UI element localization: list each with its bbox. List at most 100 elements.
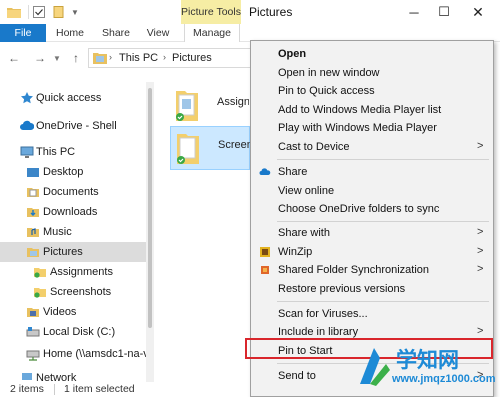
submenu-arrow-icon: >	[477, 263, 484, 275]
star-icon	[21, 92, 33, 104]
sidebar-item-label: Pictures	[43, 246, 83, 258]
watermark-title: 学知网	[396, 349, 459, 372]
folder-tile-assignments[interactable]: Assign	[170, 84, 250, 128]
menu-item-label: Open in new window	[278, 67, 380, 79]
sidebar-item-label: Desktop	[43, 166, 84, 178]
sidebar-item-label: Videos	[43, 306, 77, 318]
toolbar-separator	[28, 5, 29, 19]
sidebar-item-screenshots[interactable]: Screenshots	[0, 282, 146, 302]
new-folder-icon[interactable]	[52, 4, 66, 20]
submenu-arrow-icon: >	[477, 226, 484, 238]
sidebar-item-desktop[interactable]: Desktop	[0, 162, 146, 182]
menu-item-label: Open	[278, 48, 307, 60]
breadcrumb-separator-icon[interactable]: ›	[163, 52, 166, 62]
tab-share[interactable]: Share	[96, 24, 136, 42]
sidebar-item-label: Screenshots	[50, 286, 112, 298]
folder-icon	[34, 268, 46, 278]
sidebar-item-home-network-drive[interactable]: Home (\\amsdc1-na-v	[0, 344, 149, 364]
sidebar-item-label: Local Disk (C:)	[43, 326, 116, 338]
menu-item-add-wmp-list[interactable]: Add to Windows Media Player list	[251, 101, 493, 119]
scrollbar-thumb[interactable]	[148, 88, 152, 328]
contextual-tab-group-label: Picture Tools	[181, 6, 241, 18]
menu-item-label: Restore previous versions	[278, 283, 406, 295]
menu-item-label: Pin to Quick access	[278, 85, 375, 97]
submenu-arrow-icon: >	[477, 245, 484, 257]
menu-item-pin-quick-access[interactable]: Pin to Quick access	[251, 82, 493, 100]
folder-icon[interactable]	[6, 4, 22, 20]
sidebar-item-label: Home (\\amsdc1-na-v	[43, 348, 149, 360]
close-button[interactable]: ✕	[462, 0, 494, 24]
menu-item-choose-onedrive-folders[interactable]: Choose OneDrive folders to sync	[251, 200, 493, 218]
folder-icon	[27, 188, 39, 197]
sidebar-item-this-pc[interactable]: This PC	[0, 142, 146, 162]
menu-item-winzip[interactable]: WinZip >	[251, 243, 493, 261]
menu-item-share-with[interactable]: Share with >	[251, 224, 493, 242]
menu-item-label: WinZip	[278, 246, 313, 258]
menu-item-view-online[interactable]: View online	[251, 182, 493, 200]
network-drive-icon	[26, 350, 40, 361]
menu-item-label: Cast to Device	[278, 141, 350, 153]
breadcrumb-pictures[interactable]: Pictures	[172, 52, 212, 64]
sidebar-item-label: Assignments	[50, 266, 113, 278]
menu-item-restore-previous-versions[interactable]: Restore previous versions	[251, 280, 493, 298]
status-separator	[54, 384, 55, 395]
menu-separator	[277, 301, 489, 302]
folder-tile-screenshots[interactable]: Screen	[170, 126, 250, 170]
sidebar-item-videos[interactable]: Videos	[0, 302, 146, 322]
menu-item-scan-viruses[interactable]: Scan for Viruses...	[251, 305, 493, 323]
sidebar-item-downloads[interactable]: Downloads	[0, 202, 146, 222]
folder-icon	[27, 208, 39, 217]
tab-file[interactable]: File	[0, 24, 46, 42]
menu-item-label: Include in library	[278, 326, 359, 338]
submenu-arrow-icon: >	[477, 325, 484, 337]
sidebar-item-quick-access[interactable]: Quick access	[0, 88, 146, 108]
breadcrumb-separator-icon[interactable]: ›	[109, 52, 112, 62]
tab-manage[interactable]: Manage	[184, 24, 240, 42]
folder-icon	[34, 288, 46, 298]
sidebar-item-documents[interactable]: Documents	[0, 182, 146, 202]
customize-toolbar-chevron-icon[interactable]: ▼	[70, 4, 80, 20]
folder-icon	[27, 168, 39, 177]
sidebar-item-label: Music	[43, 226, 72, 238]
menu-item-label: Scan for Viruses...	[278, 308, 368, 320]
menu-item-open[interactable]: Open	[251, 45, 493, 63]
menu-item-label: Share with	[278, 227, 330, 239]
recent-locations-chevron-icon[interactable]: ▼	[52, 50, 62, 66]
sidebar-item-label: Quick access	[36, 92, 102, 104]
minimize-button[interactable]: ─	[398, 0, 430, 24]
menu-item-label: Shared Folder Synchronization	[278, 264, 430, 276]
tab-view[interactable]: View	[140, 24, 176, 42]
properties-check-icon[interactable]	[32, 4, 46, 20]
sidebar-item-music[interactable]: Music	[0, 222, 146, 242]
folder-icon	[27, 248, 39, 257]
sidebar-item-pictures[interactable]: Pictures	[0, 242, 146, 262]
menu-separator	[277, 221, 489, 222]
tile-label: Assign	[217, 96, 249, 108]
tile-label: Screen	[218, 139, 250, 151]
sidebar-item-label: This PC	[36, 146, 76, 158]
sidebar-item-assignments[interactable]: Assignments	[0, 262, 146, 282]
title-bar: ▼ Picture Tools Pictures ─ ☐ ✕	[0, 0, 500, 24]
menu-item-open-new-window[interactable]: Open in new window	[251, 64, 493, 82]
tab-home[interactable]: Home	[50, 24, 90, 42]
sync-icon	[261, 266, 269, 274]
menu-separator	[277, 159, 489, 160]
maximize-button[interactable]: ☐	[428, 0, 460, 24]
winzip-icon	[260, 247, 270, 257]
item-count: 2 items	[10, 383, 44, 395]
menu-item-play-wmp[interactable]: Play with Windows Media Player	[251, 119, 493, 137]
menu-item-shared-folder-sync[interactable]: Shared Folder Synchronization >	[251, 261, 493, 279]
selection-count: 1 item selected	[64, 383, 135, 395]
watermark-logo-icon	[360, 348, 390, 386]
sidebar-item-onedrive[interactable]: OneDrive - Shell	[0, 116, 146, 136]
up-arrow-icon[interactable]: ↑	[68, 50, 84, 66]
forward-arrow-icon[interactable]: →	[32, 50, 48, 66]
menu-item-cast-to-device[interactable]: Cast to Device >	[251, 138, 493, 156]
window-title: Pictures	[249, 5, 293, 19]
menu-item-share[interactable]: Share	[251, 163, 493, 181]
breadcrumb-this-pc[interactable]: This PC	[119, 52, 158, 64]
sidebar-item-local-disk[interactable]: Local Disk (C:)	[0, 322, 146, 342]
watermark: 学知网 www.jmqz1000.com	[348, 340, 498, 397]
back-arrow-icon[interactable]: ←	[6, 50, 22, 66]
watermark-url: www.jmqz1000.com	[392, 373, 496, 385]
